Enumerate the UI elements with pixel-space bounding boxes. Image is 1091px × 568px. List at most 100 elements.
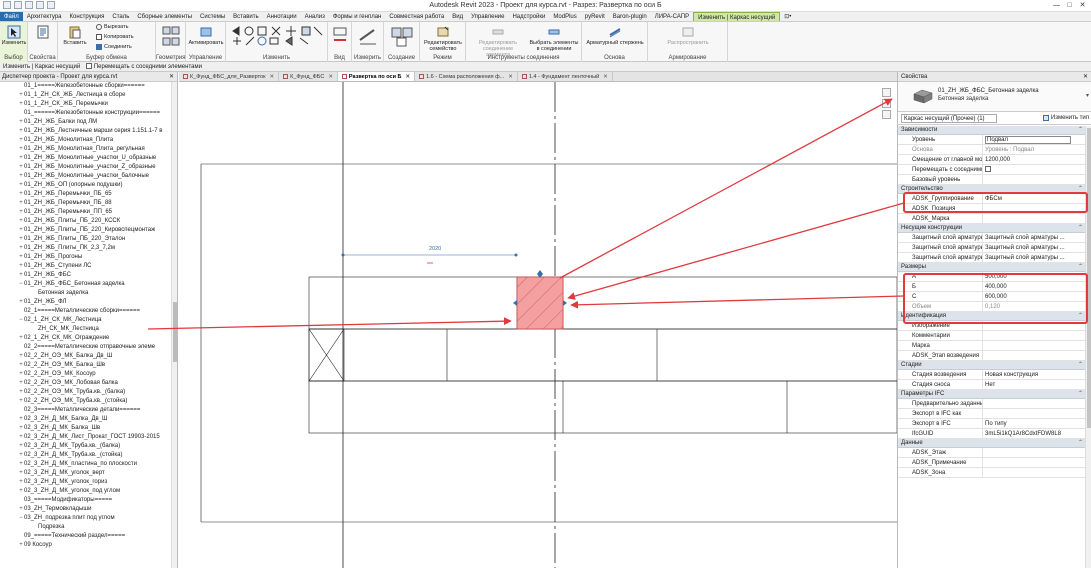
cut-button[interactable]: Вырезать: [96, 24, 128, 30]
browser-tree-item[interactable]: 01_1=====Железобетонные сборки======: [0, 82, 172, 91]
property-value[interactable]: [983, 165, 1086, 174]
property-value[interactable]: 500,000: [983, 272, 1086, 281]
browser-tree-item[interactable]: −03_ZH_подрезка плит под углом: [0, 514, 172, 523]
browser-tree-item[interactable]: +01_ZH_ЖБ_ФЛ: [0, 298, 172, 307]
ribbon-tab[interactable]: Формы и генплан: [329, 12, 385, 21]
browser-tree-item[interactable]: +02_2_ZH_ОЭ_МК_Труба.кв._(балка): [0, 388, 172, 397]
properties-button[interactable]: [31, 25, 55, 40]
ribbon-tab[interactable]: Управление: [467, 12, 508, 21]
browser-tree-item[interactable]: +01_ZH_ЖБ_Монолитные_участки_U_образные: [0, 154, 172, 163]
property-value[interactable]: [983, 214, 1086, 223]
browser-tree-item[interactable]: +01_ZH_ЖБ_Прогоны: [0, 253, 172, 262]
property-group-header[interactable]: Параметры IFC ⌃: [898, 390, 1086, 399]
project-browser-scrollbar[interactable]: [171, 82, 177, 568]
property-group-header[interactable]: Стадии ⌃: [898, 361, 1086, 370]
property-value[interactable]: 400,000: [983, 282, 1086, 291]
edit-family-button[interactable]: Редактировать семейство: [422, 25, 464, 52]
scrollbar-thumb[interactable]: [1087, 128, 1091, 428]
edit-joint-button[interactable]: Редактировать соединение элемента: [470, 25, 526, 58]
property-value[interactable]: [983, 458, 1086, 467]
browser-tree-item[interactable]: ZH_СК_МК_Лестница: [0, 325, 172, 334]
browser-tree-item[interactable]: +02_3_ZH_Д_МК_Труба.кв._(балка): [0, 442, 172, 451]
property-value[interactable]: [983, 409, 1086, 418]
browser-tree-item[interactable]: +01_ZH_ЖБ_Перемычки_ПП_65: [0, 208, 172, 217]
browser-tree-item[interactable]: +01_ZH_ЖБ_Лестничные марши серия 1.151.1…: [0, 127, 172, 136]
activate-button[interactable]: Активировать: [188, 25, 224, 46]
browser-tree-item[interactable]: +01_ZH_ЖБ_ОП (опорные подушки): [0, 181, 172, 190]
measure-icon[interactable]: [358, 26, 378, 48]
close-icon[interactable]: ✕: [1083, 72, 1088, 82]
browser-tree-item[interactable]: +02_3_ZH_Д_МК_Балка_Дв_Ш: [0, 415, 172, 424]
browser-tree-item[interactable]: +01_ZH_ЖБ_Монолитные_участки_балочные: [0, 172, 172, 181]
instance-filter-select[interactable]: Каркас несущий (Прочее) (1): [901, 113, 997, 123]
ribbon-tab[interactable]: Аннотации: [263, 12, 301, 21]
collapse-icon[interactable]: ⌃: [1078, 439, 1083, 448]
ribbon-tab[interactable]: Совместная работа: [385, 12, 448, 21]
property-value[interactable]: [983, 175, 1086, 184]
browser-tree-item[interactable]: +02_3_ZH_Д_МК_Балка_Шв: [0, 424, 172, 433]
browser-tree-item[interactable]: +01_ZH_ЖБ_Плиты_ПБ_220_КССК: [0, 217, 172, 226]
browser-tree-item[interactable]: +02_3_ZH_Д_МК_Труба.кв._(стойка): [0, 451, 172, 460]
property-value[interactable]: [983, 351, 1086, 360]
browser-tree-item[interactable]: 02_2=====Металлические отправочные элеме: [0, 343, 172, 352]
browser-tree-item[interactable]: +09 Косоур: [0, 541, 172, 550]
fbs-block-row-1[interactable]: [308, 276, 897, 330]
property-value[interactable]: [983, 321, 1086, 330]
browser-tree-item[interactable]: +01_ZH_ЖБ_Монолитные_участки_Z_образные: [0, 163, 172, 172]
view-tab[interactable]: К_Фунд_ФБС ✕: [279, 72, 338, 81]
browser-tree-item[interactable]: −01_ZH_ЖБ_ФБС_Бетонная заделка: [0, 280, 172, 289]
browser-tree-item[interactable]: +01_ZH_ЖБ_Монолитная_Плита: [0, 136, 172, 145]
close-icon[interactable]: ✕: [405, 72, 410, 82]
move-with-nearby-checkbox[interactable]: [86, 62, 93, 69]
ribbon-tab[interactable]: Изменить | Каркас несущий: [693, 12, 781, 21]
ribbon-tab[interactable]: pyRevit: [581, 12, 609, 21]
minimize-button[interactable]: —: [1050, 0, 1063, 11]
create-tools-icon[interactable]: [390, 26, 414, 48]
zoom-icon[interactable]: [882, 99, 891, 108]
view-tab[interactable]: Развертка по оси Б ✕: [337, 72, 416, 82]
section-view-drawing[interactable]: 2020: [179, 82, 897, 568]
property-value[interactable]: 3mL5i1kQ1Ar8CdxtFDW8L8: [983, 429, 1086, 438]
ribbon-tab[interactable]: Вставить: [229, 12, 262, 21]
browser-tree-item[interactable]: Бетонная заделка: [0, 289, 172, 298]
chevron-down-icon[interactable]: ▾: [1086, 92, 1089, 99]
geometry-tools-icon[interactable]: [162, 26, 180, 48]
browser-tree-item[interactable]: +01_1_ZH_СК_ЖБ_Лестница в сборе: [0, 91, 172, 100]
properties-scrollbar[interactable]: [1085, 126, 1091, 568]
view-tools-icon[interactable]: [332, 26, 348, 48]
collapse-icon[interactable]: ⌃: [1078, 224, 1083, 233]
browser-tree-item[interactable]: +01_ZH_ЖБ_Балки под ЛМ: [0, 118, 172, 127]
browser-tree-item[interactable]: +01_ZH_ЖБ_Плиты_ПБ_220_Кировспецмонтаж: [0, 226, 172, 235]
property-value[interactable]: 600,000: [983, 292, 1086, 301]
property-value[interactable]: [983, 204, 1086, 213]
rebar-button[interactable]: Арматурный стержень: [586, 25, 644, 46]
property-group-header[interactable]: Размеры ⌃: [898, 263, 1086, 272]
property-value[interactable]: ФБСм: [983, 194, 1086, 203]
collapse-icon[interactable]: ⌃: [1078, 312, 1083, 321]
scrollbar-thumb[interactable]: [173, 302, 177, 362]
browser-tree-item[interactable]: +02_2_ZH_ОЭ_МК_Косоур: [0, 370, 172, 379]
browser-tree-item[interactable]: 02_1=====Металлические сборки======: [0, 307, 172, 316]
property-value[interactable]: [983, 399, 1086, 408]
property-group-header[interactable]: Несущие конструкции ⌃: [898, 224, 1086, 233]
property-value[interactable]: Защитный слой арматуры ...: [983, 233, 1086, 242]
browser-tree-item[interactable]: +01_ZH_ЖБ_Перемычки_ПБ_65: [0, 190, 172, 199]
ribbon-tab[interactable]: Сталь: [108, 12, 133, 21]
browser-tree-item[interactable]: +02_2_ZH_ОЭ_МК_Лобовая балка: [0, 379, 172, 388]
property-value[interactable]: Защитный слой арматуры ...: [983, 243, 1086, 252]
browser-tree-item[interactable]: +01_ZH_ЖБ_Монолитная_Плита_регульная: [0, 145, 172, 154]
type-selector[interactable]: 01_ZH_ЖБ_ФБС_Бетонная заделка Бетонная з…: [898, 82, 1091, 112]
browser-tree-item[interactable]: +02_3_ZH_Д_МК_пластина_по плоскости: [0, 460, 172, 469]
browser-tree-item[interactable]: +01_ZH_ЖБ_Перемычки_ПБ_88: [0, 199, 172, 208]
property-value[interactable]: [983, 331, 1086, 340]
browser-tree-item[interactable]: +02_3_ZH_Д_МК_Лист_Прокат_ГОСТ 19903-201…: [0, 433, 172, 442]
ribbon-tab[interactable]: Baron-plugin: [609, 12, 651, 21]
property-value[interactable]: Новая конструкция: [983, 370, 1086, 379]
property-value[interactable]: [983, 341, 1086, 350]
browser-tree-item[interactable]: +03_ZH_Термовкладыши: [0, 505, 172, 514]
browser-tree-item[interactable]: +02_2_ZH_ОЭ_МК_Балка_Дв_Ш: [0, 352, 172, 361]
grip-left[interactable]: [513, 300, 517, 306]
property-value[interactable]: Подвал: [983, 135, 1086, 144]
close-icon[interactable]: ✕: [508, 72, 513, 82]
browser-tree-item[interactable]: +01_ZH_ЖБ_Плиты_ПК_2,3_7,2м: [0, 244, 172, 253]
